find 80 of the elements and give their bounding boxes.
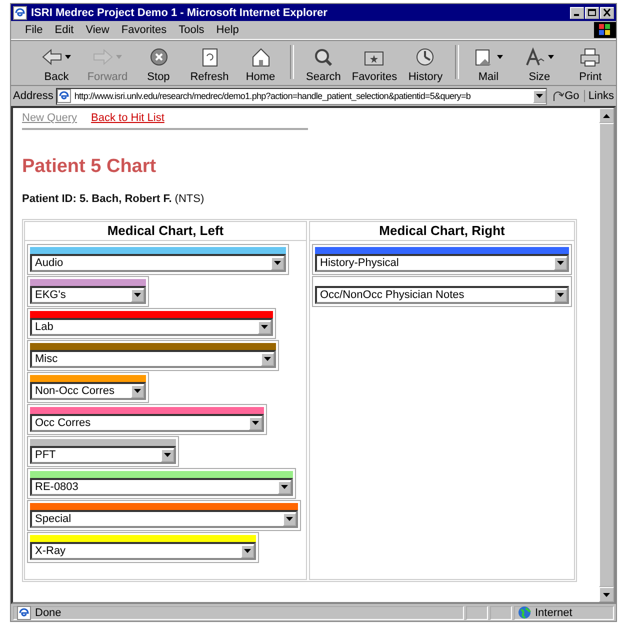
menu-item[interactable]: Edit (54, 24, 74, 36)
column-heading: Medical Chart, Right (310, 222, 574, 241)
font-size-icon (524, 47, 546, 67)
toolbar-button[interactable]: Search (298, 45, 349, 83)
toolbar-button[interactable]: Favorites (348, 45, 400, 83)
up-arrow-icon (603, 114, 610, 118)
scroll-down-button[interactable] (599, 587, 614, 602)
dropdown-field[interactable]: Lab (30, 318, 273, 336)
menu-item[interactable]: Help (216, 24, 239, 36)
maximize-icon (587, 8, 597, 17)
toolbar-button[interactable]: Refresh (184, 45, 235, 83)
windows-logo-icon (599, 24, 611, 36)
dropdown-field[interactable]: Occ Corres (30, 414, 264, 432)
go-button[interactable]: Go (550, 90, 582, 102)
dropdown-button[interactable] (532, 90, 546, 102)
address-label: Address (13, 90, 54, 102)
page-heading: Patient 5 Chart (22, 156, 158, 178)
link[interactable]: Back to Hit List (91, 112, 164, 124)
caret-icon (264, 357, 271, 361)
dropdown-field[interactable]: Occ/NonOcc Physician Notes (315, 286, 569, 304)
caret-icon (557, 293, 564, 297)
caret-icon (244, 549, 251, 553)
toolbar-button[interactable]: Print (564, 45, 616, 83)
toolbar-button[interactable]: Home (235, 45, 286, 83)
caret-icon (261, 325, 268, 329)
forward-arrow-icon (92, 47, 114, 67)
close-icon (602, 8, 612, 17)
toolbar-button[interactable]: Stop (133, 45, 184, 83)
down-arrow-icon (603, 592, 610, 596)
page-icon (57, 89, 72, 103)
globe-icon (518, 606, 531, 619)
zone-text: Internet (535, 606, 572, 618)
dropdown-field[interactable]: Misc (30, 350, 276, 368)
scrollbar-thumb[interactable] (599, 123, 614, 587)
menu-item[interactable]: File (25, 24, 43, 36)
caret-icon (134, 293, 141, 297)
dropdown-field[interactable]: X-Ray (30, 542, 256, 560)
window-title: ISRI Medrec Project Demo 1 - Microsoft Internet Explorer (31, 6, 328, 18)
dropdown-field[interactable]: History-Physical (315, 254, 569, 272)
search-icon (312, 47, 334, 67)
toolbar-button[interactable]: History (400, 45, 451, 83)
dropdown-field[interactable]: PFT (30, 446, 176, 464)
caret-icon (286, 517, 293, 521)
scroll-up-button[interactable] (599, 108, 614, 123)
caret-icon (164, 453, 171, 457)
browser-logo-icon (13, 6, 27, 20)
caret-icon (134, 389, 141, 393)
dropdown-field[interactable]: Special (30, 510, 298, 528)
dropdown-field[interactable]: EKG's (30, 286, 146, 304)
dropdown-field[interactable]: Non-Occ Corres (30, 382, 146, 400)
printer-icon (579, 47, 602, 67)
toolbar-button[interactable]: Back (31, 45, 82, 83)
close-button[interactable] (600, 6, 614, 18)
stop-icon (148, 47, 170, 67)
status-text: Done (35, 606, 62, 618)
toolbar-button[interactable]: Size (514, 45, 565, 83)
caret-icon (252, 421, 259, 425)
caret-icon (536, 94, 543, 98)
links-button[interactable]: Links (584, 90, 614, 102)
dropdown-field[interactable]: RE-0803 (30, 478, 293, 496)
history-icon (414, 47, 436, 67)
menu-item[interactable]: Favorites (121, 24, 167, 36)
link[interactable]: New Query (22, 112, 78, 124)
go-arrow-icon (552, 90, 564, 102)
address-field[interactable]: http://www.isri.unlv.edu/research/medrec/demo1.php?action=handle_patient_selection&patientid=5&query=b (56, 88, 547, 104)
menu-item[interactable]: View (86, 24, 110, 36)
caret-icon (274, 261, 281, 265)
minimize-button[interactable] (570, 6, 584, 18)
caret-icon (281, 485, 288, 489)
status-panel (490, 606, 512, 620)
menu-item[interactable]: Tools (178, 24, 204, 36)
back-arrow-icon (41, 47, 63, 67)
home-icon (250, 47, 272, 67)
toolbar-button[interactable]: Mail (462, 45, 514, 83)
status-panel (466, 606, 488, 620)
patient-id: Patient ID: 5. Bach, Robert F. (NTS) (22, 193, 206, 205)
caret-icon (557, 261, 564, 265)
maximize-button[interactable] (585, 6, 599, 18)
dropdown-field[interactable]: Audio (30, 254, 286, 272)
column-heading: Medical Chart, Left (25, 222, 306, 241)
